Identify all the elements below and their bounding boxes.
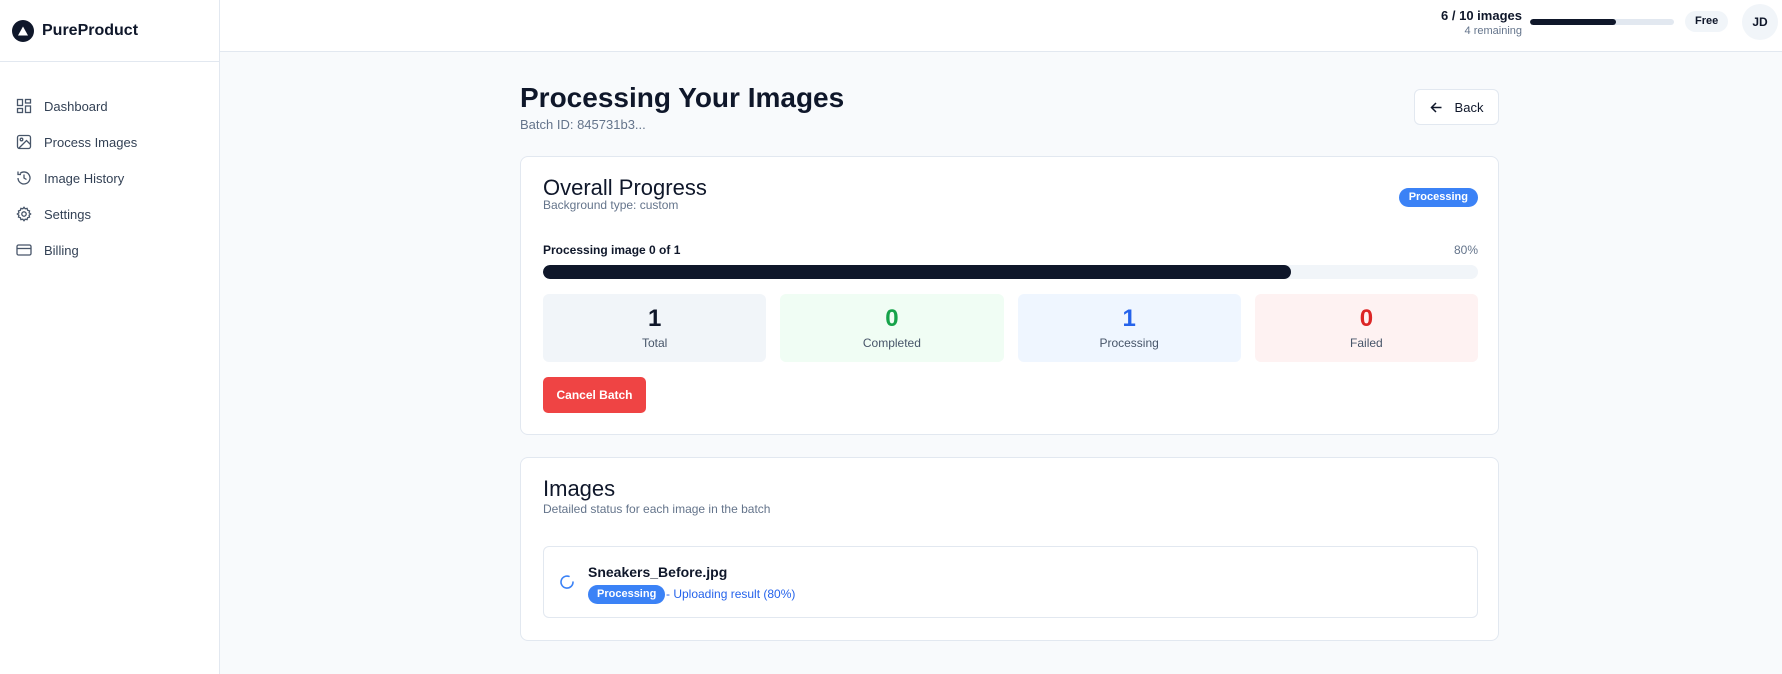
- plan-badge: Free: [1685, 11, 1729, 32]
- progress-bar-fill: [543, 265, 1291, 279]
- sidebar-item-settings[interactable]: Settings: [0, 196, 219, 232]
- back-button-label: Back: [1454, 99, 1484, 115]
- stat-value: 1: [1122, 305, 1136, 332]
- brand[interactable]: PureProduct: [0, 0, 219, 62]
- overall-progress-card: Overall Progress Background type: custom…: [520, 156, 1499, 435]
- status-badge: Processing: [588, 585, 666, 604]
- app-name: PureProduct: [42, 21, 139, 39]
- stat-value: 0: [885, 305, 899, 332]
- stat-total: 1 Total: [543, 294, 767, 362]
- sidebar-item-label: Dashboard: [44, 98, 108, 114]
- stat-label: Total: [641, 336, 668, 350]
- status-badge: Processing: [1398, 188, 1478, 207]
- stat-label: Failed: [1350, 336, 1383, 350]
- page-title: Processing Your Images: [520, 82, 845, 113]
- file-name: Sneakers_Before.jpg: [588, 564, 728, 580]
- stat-label: Processing: [1099, 336, 1159, 350]
- image-icon: [15, 134, 32, 151]
- arrow-left-icon: [1429, 101, 1443, 114]
- logo-icon: [12, 19, 34, 42]
- back-button[interactable]: Back: [1414, 89, 1499, 125]
- stat-processing: 1 Processing: [1017, 294, 1241, 362]
- topbar: 6 / 10 images 4 remaining Free JD: [220, 0, 1782, 52]
- usage-progress-fill: [1530, 19, 1617, 25]
- stats-row: 1 Total 0 Completed 1 Processing 0 Faile…: [543, 294, 1478, 362]
- history-icon: [15, 170, 32, 187]
- stat-value: 0: [1359, 305, 1374, 332]
- sidebar-item-dashboard[interactable]: Dashboard: [0, 88, 219, 124]
- sidebar-item-billing[interactable]: Billing: [0, 232, 219, 268]
- sidebar: PureProduct Dashboard Process Images Ima…: [0, 0, 220, 674]
- usage-progress-bar: [1530, 19, 1674, 25]
- card-subtitle: Background type: custom: [543, 198, 679, 212]
- cancel-batch-button[interactable]: Cancel Batch: [543, 377, 646, 413]
- progress-label: Processing image 0 of 1: [543, 243, 681, 257]
- list-item[interactable]: Sneakers_Before.jpg Processing - Uploadi…: [543, 546, 1478, 618]
- gear-icon: [15, 206, 32, 223]
- sidebar-item-label: Billing: [44, 242, 79, 258]
- images-card: Images Detailed status for each image in…: [520, 457, 1499, 641]
- avatar[interactable]: JD: [1742, 4, 1778, 40]
- credit-card-icon: [15, 242, 32, 259]
- stat-completed: 0 Completed: [780, 294, 1004, 362]
- batch-id: Batch ID: 845731b3...: [520, 117, 646, 132]
- stat-failed: 0 Failed: [1254, 294, 1478, 362]
- sidebar-item-image-history[interactable]: Image History: [0, 160, 219, 196]
- stat-value: 1: [647, 305, 662, 332]
- progress-bar: [543, 265, 1478, 279]
- status-detail: - Uploading result (80%): [666, 587, 796, 601]
- dashboard-icon: [15, 98, 32, 115]
- card-title: Images: [543, 476, 616, 501]
- sidebar-item-process-images[interactable]: Process Images: [0, 124, 219, 160]
- sidebar-item-label: Image History: [44, 170, 125, 186]
- progress-percent: 80%: [1453, 243, 1478, 257]
- sidebar-item-label: Process Images: [44, 134, 138, 150]
- sidebar-nav: Dashboard Process Images Image History S…: [0, 62, 219, 268]
- sidebar-item-label: Settings: [44, 206, 91, 222]
- card-subtitle: Detailed status for each image in the ba…: [543, 502, 771, 516]
- usage-remaining: 4 remaining: [1464, 25, 1522, 37]
- stat-label: Completed: [862, 336, 921, 350]
- usage-count: 6 / 10 images: [1441, 8, 1522, 23]
- spinner-icon: [558, 573, 576, 591]
- usage-summary: 6 / 10 images 4 remaining: [1441, 8, 1522, 38]
